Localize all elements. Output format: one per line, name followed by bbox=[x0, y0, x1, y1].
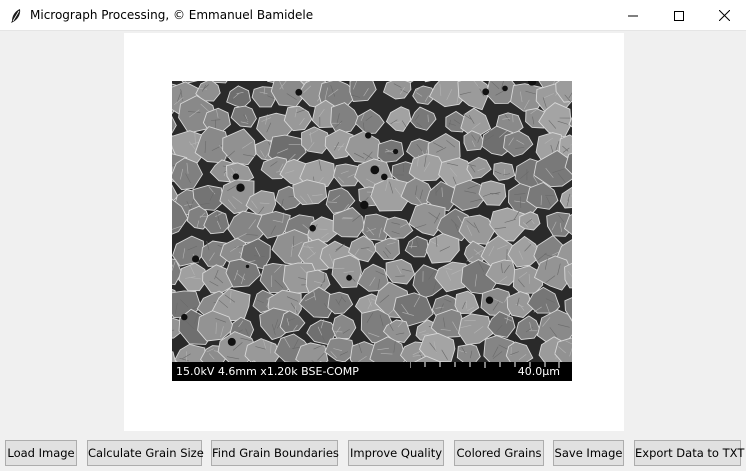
save-image-button[interactable]: Save Image bbox=[553, 440, 624, 466]
scale-label: 40.0µm bbox=[517, 365, 560, 378]
calculate-grain-size-button[interactable]: Calculate Grain Size bbox=[87, 440, 204, 466]
close-button[interactable] bbox=[701, 0, 746, 31]
export-data-button[interactable]: Export Data to TXT bbox=[634, 440, 744, 466]
colored-grains-button[interactable]: Colored Grains bbox=[454, 440, 544, 466]
close-icon bbox=[718, 6, 730, 25]
maximize-icon bbox=[674, 6, 684, 25]
minimize-icon bbox=[628, 6, 638, 25]
sem-parameters: 15.0kV 4.6mm x1.20k BSE-COMP bbox=[176, 365, 359, 378]
button-row: Load Image Calculate Grain Size Find Gra… bbox=[0, 440, 746, 466]
improve-quality-button[interactable]: Improve Quality bbox=[348, 440, 444, 466]
window-title: Micrograph Processing, © Emmanuel Bamide… bbox=[30, 8, 314, 22]
find-grain-boundaries-button[interactable]: Find Grain Boundaries bbox=[211, 440, 339, 466]
sem-micrograph-image: 15.0kV 4.6mm x1.20k BSE-COMP 40.0µm bbox=[172, 81, 572, 381]
feather-icon bbox=[9, 8, 23, 24]
title-bar: Micrograph Processing, © Emmanuel Bamide… bbox=[0, 0, 746, 31]
load-image-button[interactable]: Load Image bbox=[5, 440, 77, 466]
minimize-button[interactable] bbox=[610, 0, 656, 31]
image-canvas: 15.0kV 4.6mm x1.20k BSE-COMP 40.0µm bbox=[124, 33, 624, 431]
maximize-button[interactable] bbox=[656, 0, 702, 31]
sem-databar: 15.0kV 4.6mm x1.20k BSE-COMP 40.0µm bbox=[172, 362, 572, 381]
